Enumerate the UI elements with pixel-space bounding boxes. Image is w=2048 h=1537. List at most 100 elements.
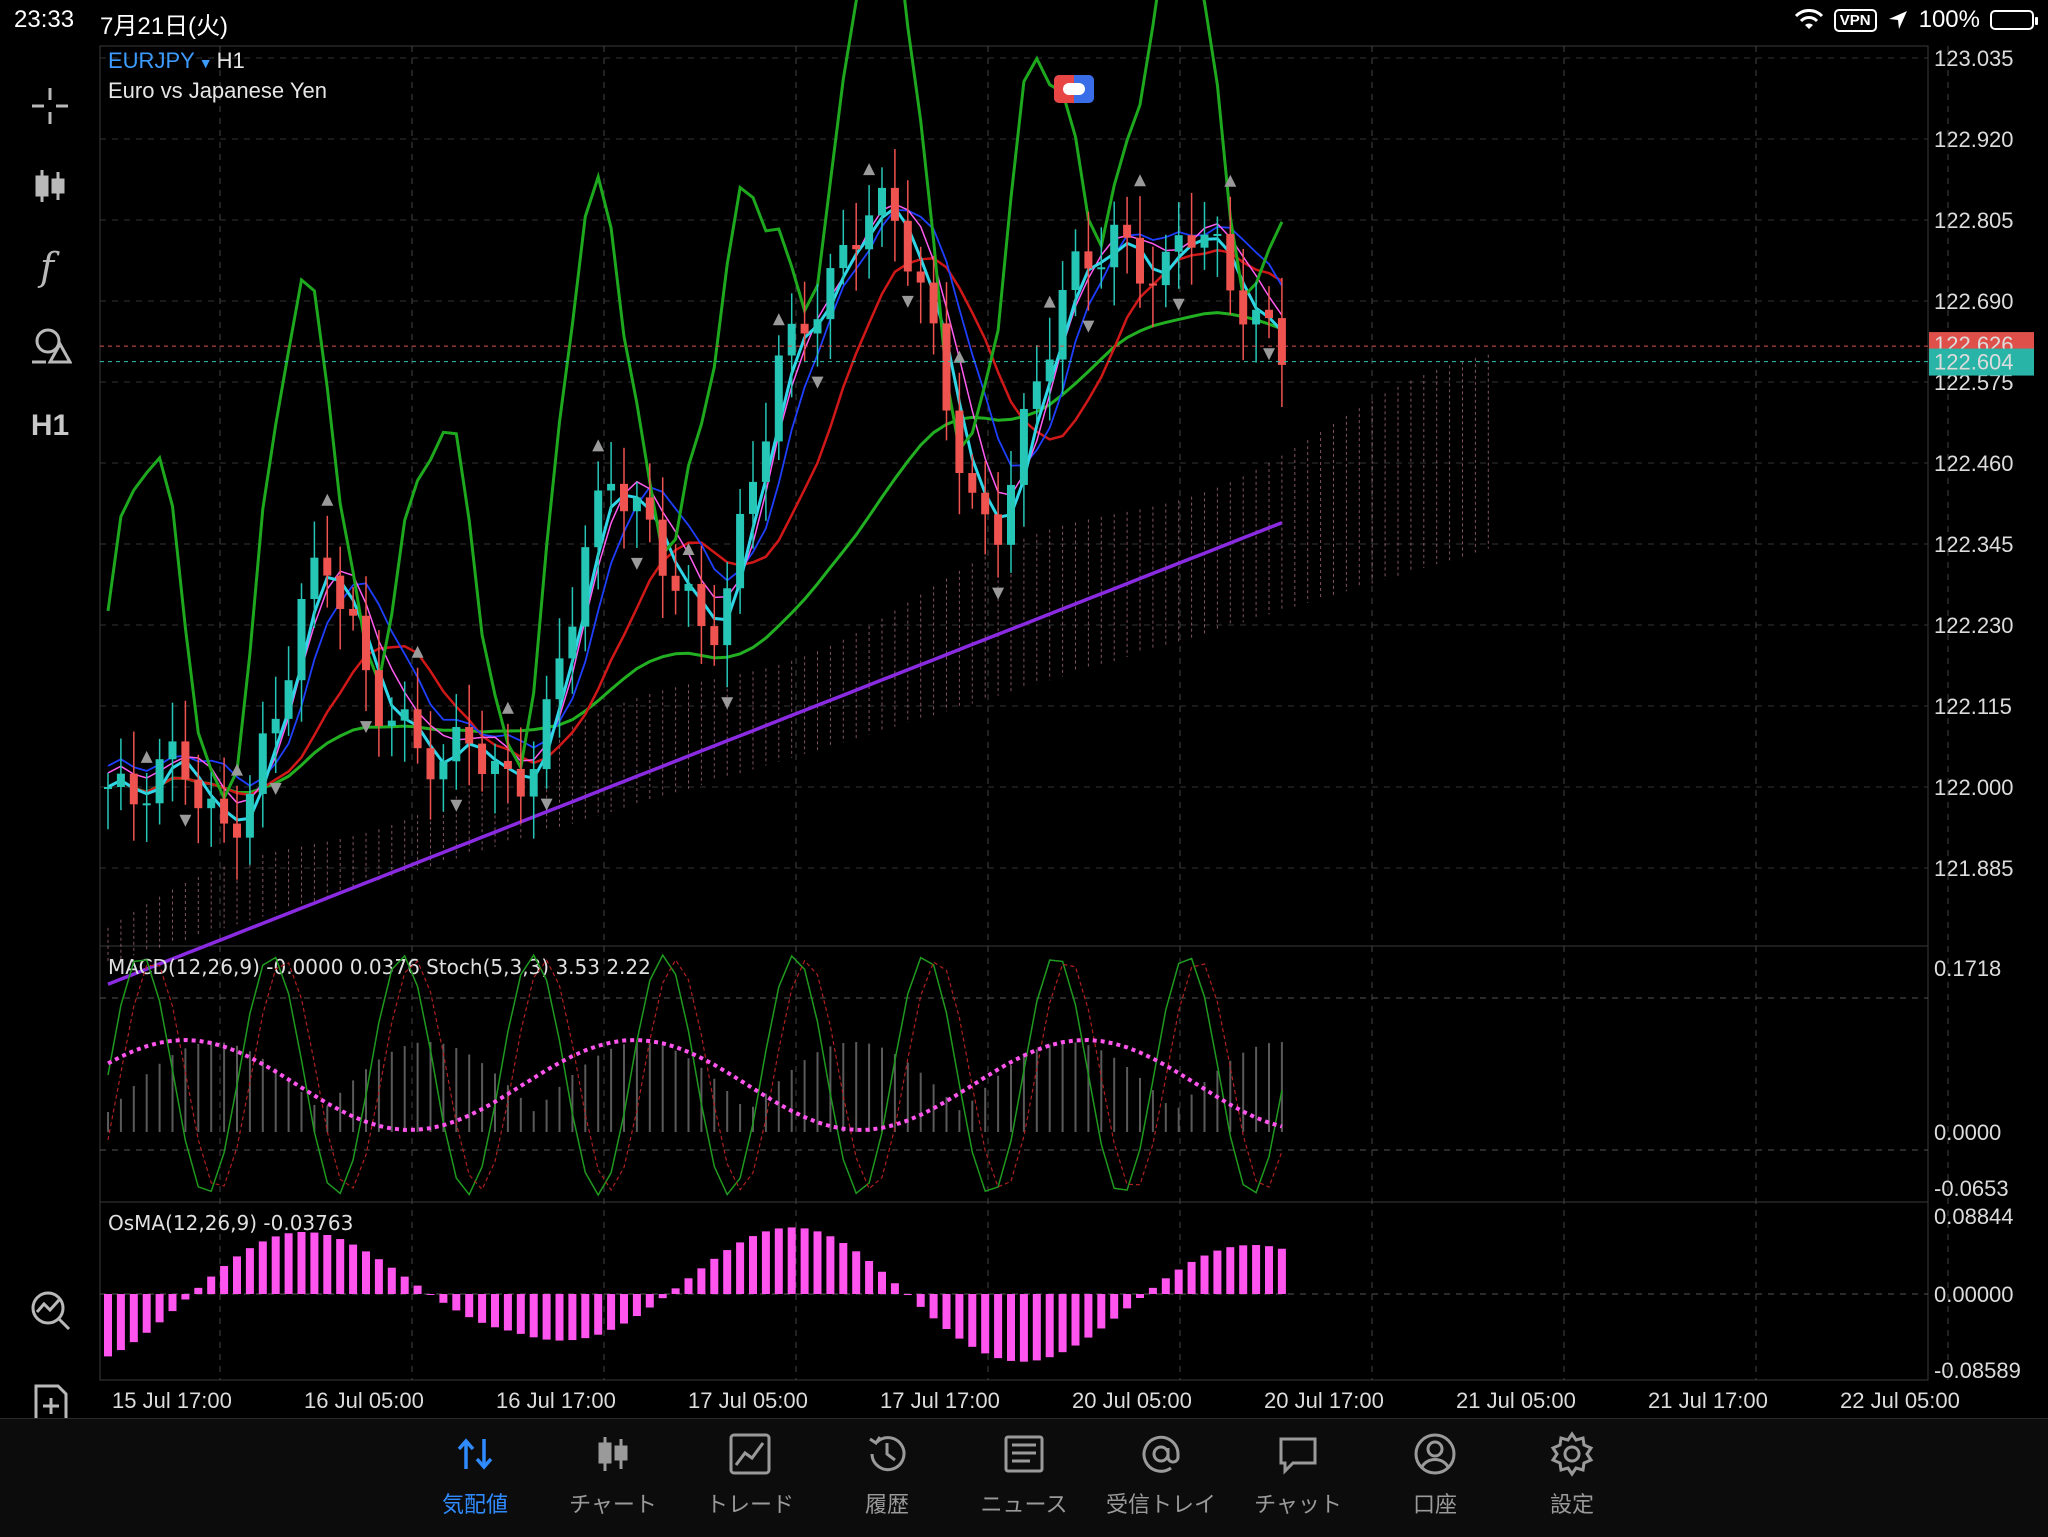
osma-bar — [787, 1227, 796, 1294]
signal-chart-icon — [31, 1291, 71, 1331]
osma-bar — [645, 1294, 654, 1308]
candle-body — [658, 519, 667, 576]
candle-body — [181, 741, 190, 780]
osma-bar — [181, 1294, 190, 1300]
timeframe-button[interactable]: H1 — [22, 398, 78, 454]
indicators-tool[interactable]: f — [22, 238, 78, 294]
fractal-down-marker — [179, 814, 192, 827]
symbol-name[interactable]: EURJPY — [108, 48, 195, 73]
time-axis-label: 20 Jul 05:00 — [1072, 1388, 1192, 1413]
nav-chat[interactable]: チャット — [1233, 1431, 1363, 1531]
one-click-trading-toggle[interactable] — [1054, 75, 1094, 103]
osma-bar — [516, 1294, 525, 1334]
osma-axis-label: -0.08589 — [1934, 1358, 2021, 1383]
osma-bar — [632, 1294, 641, 1317]
candle-body — [491, 760, 499, 775]
nav-news[interactable]: ニュース — [959, 1431, 1089, 1531]
candle-body — [258, 733, 267, 794]
osma-bar — [1277, 1248, 1286, 1294]
symbol-timeframe: H1 — [216, 48, 245, 73]
nav-inbox[interactable]: 受信トレイ — [1096, 1431, 1226, 1531]
osma-bar — [168, 1294, 177, 1312]
candle-body — [555, 658, 564, 700]
shapes-icon — [32, 328, 72, 364]
candle-body — [826, 268, 835, 320]
time-axis-label: 17 Jul 17:00 — [880, 1388, 1000, 1413]
osma-bar — [1174, 1269, 1183, 1294]
candle-body — [749, 481, 757, 514]
nav-label: チャート — [569, 1492, 657, 1517]
candle-body — [568, 626, 577, 659]
osma-bar — [503, 1294, 512, 1331]
fractal-down-marker — [992, 587, 1005, 600]
osma-bar — [1252, 1245, 1261, 1294]
osma-bar — [439, 1294, 448, 1303]
nav-trade[interactable]: トレード — [685, 1431, 815, 1531]
left-toolbar: f H1 — [0, 40, 100, 1424]
crosshair-tool[interactable] — [22, 78, 78, 134]
osma-bar — [245, 1248, 254, 1294]
osma-bar — [1148, 1287, 1157, 1294]
time-axis-label: 16 Jul 05:00 — [304, 1388, 424, 1413]
candle-body — [336, 575, 345, 609]
fractal-up-marker — [140, 750, 153, 763]
candle-body — [1123, 224, 1132, 238]
trading-signals-tool[interactable] — [22, 1282, 78, 1338]
candle-body — [1097, 267, 1106, 270]
osma-bar — [1032, 1294, 1041, 1361]
fractal-up-marker — [1043, 295, 1056, 308]
ma-pink-line — [107, 203, 1283, 804]
price-axis-label: 121.885 — [1934, 856, 2014, 881]
osma-bar — [297, 1231, 306, 1294]
price-axis-label: 123.035 — [1934, 46, 2014, 71]
candle-body — [465, 727, 474, 744]
candle-body — [645, 497, 654, 520]
osma-bar — [1213, 1250, 1222, 1294]
ask-marker: 122.604 — [1934, 350, 2014, 375]
osma-bar — [955, 1294, 964, 1339]
macd-axis-label: 0.1718 — [1934, 956, 2001, 981]
candle-body — [929, 282, 938, 324]
time-axis-label: 22 Jul 05:00 — [1840, 1388, 1960, 1413]
nav-history[interactable]: 履歴 — [822, 1431, 952, 1531]
osma-bar — [1161, 1278, 1170, 1294]
candle-body — [994, 514, 1003, 545]
nav-settings[interactable]: 設定 — [1507, 1431, 1637, 1531]
nav-label: トレード — [705, 1492, 794, 1517]
candle-body — [478, 743, 487, 775]
chart-candles-icon — [598, 1437, 628, 1471]
objects-tool[interactable] — [22, 318, 78, 374]
chevron-down-icon[interactable]: ▼ — [199, 55, 213, 71]
candle-body — [1058, 290, 1067, 360]
osma-label: OsMA(12,26,9) -0.03763 — [108, 1211, 353, 1235]
osma-bar — [465, 1294, 474, 1318]
candle-body — [284, 680, 293, 719]
osma-bar — [1019, 1294, 1028, 1362]
osma-bar — [1084, 1294, 1093, 1338]
candle-body — [813, 319, 822, 334]
candle-body — [1110, 224, 1119, 268]
osma-bar — [994, 1294, 1003, 1359]
nav-quotes[interactable]: 気配値 — [410, 1431, 540, 1531]
osma-bar — [413, 1285, 422, 1294]
chart-type-tool[interactable] — [22, 158, 78, 214]
candle-body — [155, 759, 164, 804]
chart-canvas[interactable]: 123.035122.920122.805122.690122.575122.4… — [0, 0, 2048, 1418]
osma-bar — [942, 1294, 951, 1330]
nav-chart[interactable]: チャート — [548, 1431, 678, 1531]
nav-account[interactable]: 口座 — [1370, 1431, 1500, 1531]
symbol-selector[interactable]: EURJPY ▼ H1 — [108, 48, 245, 74]
time-axis-label: 21 Jul 17:00 — [1648, 1388, 1768, 1413]
osma-bar — [865, 1261, 874, 1294]
osma-bar — [1187, 1261, 1196, 1294]
candle-body — [723, 588, 732, 646]
osma-bar — [116, 1294, 125, 1351]
candle-body — [542, 699, 551, 770]
candle-body — [503, 760, 512, 769]
osma-bar — [878, 1271, 886, 1294]
candle-body — [594, 490, 603, 548]
candle-body — [1136, 237, 1144, 284]
candle-body — [1213, 233, 1222, 236]
osma-bar — [233, 1256, 241, 1294]
fractal-down-marker — [1082, 320, 1095, 333]
